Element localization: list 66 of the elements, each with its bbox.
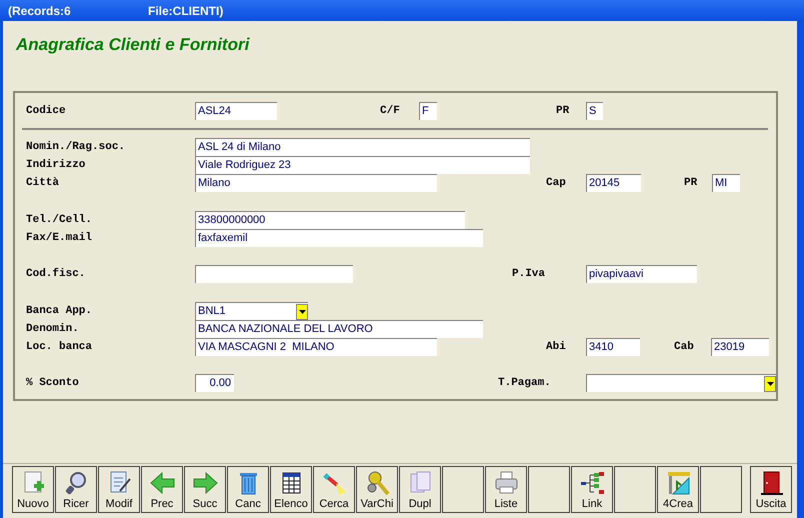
field-label: Denomin. bbox=[26, 322, 80, 337]
input-field[interactable]: ASL 24 di Milano bbox=[195, 138, 530, 156]
input-field[interactable]: 33800000000 bbox=[195, 211, 465, 229]
form-heading: Anagrafica Clienti e Fornitori bbox=[16, 35, 250, 54]
field-label: Banca App. bbox=[26, 304, 94, 319]
input-field[interactable]: Viale Rodriguez 23 bbox=[195, 156, 530, 174]
toolbar-button[interactable]: Canc bbox=[227, 466, 269, 513]
input-field[interactable]: 3410 bbox=[586, 338, 640, 356]
input-field[interactable]: pivapivaavi bbox=[586, 265, 697, 283]
field-label: % Sconto bbox=[26, 376, 80, 391]
toolbar-button[interactable]: Cerca bbox=[313, 466, 355, 513]
input-field[interactable] bbox=[195, 265, 353, 283]
empty-toolbar-button[interactable] bbox=[442, 466, 484, 513]
field-label: Loc. banca bbox=[26, 340, 94, 355]
input-field[interactable]: 23019 bbox=[711, 338, 769, 356]
toolbar-button[interactable]: Liste bbox=[485, 466, 527, 513]
file-name: File:CLIENTI) bbox=[148, 2, 224, 20]
field-label: PR bbox=[684, 176, 698, 191]
toolbar-button[interactable]: Succ bbox=[184, 466, 226, 513]
toolbar-button[interactable]: 4Crea bbox=[657, 466, 699, 513]
toolbar-button[interactable]: Prec bbox=[141, 466, 183, 513]
flashlight-icon bbox=[320, 470, 348, 496]
input-field[interactable]: Milano bbox=[195, 174, 437, 192]
toolbar-button[interactable]: Dupl bbox=[399, 466, 441, 513]
toolbar-button[interactable]: Link bbox=[571, 466, 613, 513]
tree-diagram-icon bbox=[578, 470, 606, 496]
field-label: Abi bbox=[546, 340, 567, 355]
toolbar-button[interactable]: VarChi bbox=[356, 466, 398, 513]
input-field[interactable]: 0.00 bbox=[195, 374, 234, 392]
field-label: Tel./Cell. bbox=[26, 212, 94, 228]
right-arrow-icon bbox=[192, 470, 218, 496]
input-field[interactable]: F bbox=[419, 102, 437, 120]
left-arrow-icon bbox=[148, 470, 176, 496]
empty-toolbar-button[interactable] bbox=[700, 466, 742, 513]
field-label: Cod.fisc. bbox=[26, 266, 86, 282]
dropdown-arrow-icon[interactable] bbox=[766, 382, 774, 386]
field-label: Nomin./Rag.soc. bbox=[26, 140, 126, 155]
combo-box[interactable] bbox=[586, 374, 776, 392]
input-field[interactable]: 20145 bbox=[586, 174, 641, 192]
field-label: T.Pagam. bbox=[498, 376, 552, 391]
toolbar-button[interactable]: Nuovo bbox=[12, 466, 54, 513]
field-label: Fax/E.mail bbox=[26, 230, 94, 246]
toolbar-button[interactable]: Ricer bbox=[55, 466, 97, 513]
empty-toolbar-button[interactable] bbox=[614, 466, 656, 513]
printer-icon bbox=[492, 470, 520, 496]
toolbar-button[interactable]: Modif bbox=[98, 466, 140, 513]
empty-toolbar-button[interactable] bbox=[528, 466, 570, 513]
field-label: Cap bbox=[546, 176, 567, 191]
input-field[interactable]: faxfaxemil bbox=[195, 229, 483, 247]
combo-box[interactable]: BNL1 bbox=[195, 302, 308, 320]
field-label: Città bbox=[26, 176, 60, 191]
input-field[interactable]: BANCA NAZIONALE DEL LAVORO bbox=[195, 320, 483, 338]
field-label: Cab bbox=[674, 340, 695, 355]
input-field[interactable]: ASL24 bbox=[195, 102, 277, 120]
field-label: PR bbox=[556, 104, 570, 119]
records-count: (Records:6 bbox=[8, 2, 72, 20]
dropdown-arrow-icon[interactable] bbox=[298, 310, 306, 314]
toolbar-button[interactable]: Elenco bbox=[270, 466, 312, 513]
input-field[interactable]: VIA MASCAGNI 2 MILANO bbox=[195, 338, 437, 356]
field-label: P.Iva bbox=[512, 266, 546, 282]
input-field[interactable]: MI bbox=[712, 174, 740, 192]
toolbar-button[interactable]: Uscita bbox=[750, 466, 792, 513]
field-label: Codice bbox=[26, 104, 67, 119]
field-label: C/F bbox=[380, 104, 401, 119]
field-label: Indirizzo bbox=[26, 158, 86, 173]
input-field[interactable]: S bbox=[586, 102, 603, 120]
